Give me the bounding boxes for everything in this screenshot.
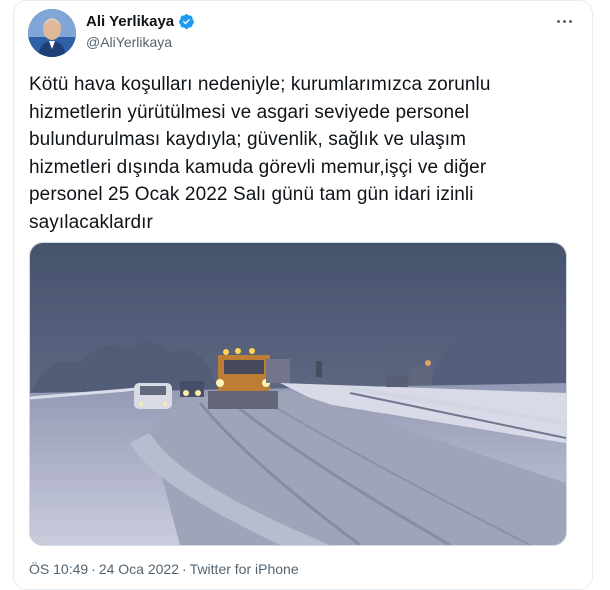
tweet-text: Kötü hava koşulları nedeniyle; kurumları…	[29, 71, 579, 236]
tweet-text-line: personel 25 Ocak 2022 Salı günü tam gün …	[29, 184, 474, 205]
more-options-icon[interactable]	[552, 11, 576, 31]
tweet-time[interactable]: ÖS 10:49	[29, 561, 88, 577]
author-row: Ali Yerlikaya	[86, 13, 195, 30]
tweet-source[interactable]: Twitter for iPhone	[190, 561, 299, 577]
author-handle[interactable]: @AliYerlikaya	[86, 34, 172, 50]
snowy-highway-photo	[30, 243, 566, 545]
tweet-metadata: ÖS 10:49 · 24 Oca 2022 · Twitter for iPhone	[29, 561, 299, 577]
tweet-text-line: hizmetlerin yürütülmesi ve asgari seviye…	[29, 101, 470, 123]
tweet-photo[interactable]	[29, 242, 567, 546]
tweet-text-line: bulundurulması kaydıyla; güvenlik, sağlı…	[29, 129, 467, 150]
avatar[interactable]	[28, 9, 76, 57]
tweet-card: Ali Yerlikaya @AliYerlikaya Kötü hava ko…	[13, 0, 593, 590]
meta-separator: ·	[91, 561, 96, 577]
tweet-text-line: Kötü hava koşulları nedeniyle; kurumları…	[29, 74, 491, 95]
avatar-image	[28, 9, 76, 57]
tweet-text-line: hizmetleri dışında kamuda görevli memur,…	[29, 156, 487, 178]
verified-badge-icon	[179, 14, 195, 29]
author-name[interactable]: Ali Yerlikaya	[86, 13, 174, 30]
tweet-date[interactable]: 24 Oca 2022	[99, 561, 179, 577]
tweet-text-line: sayılacaklardır	[29, 211, 153, 233]
meta-separator: ·	[182, 561, 187, 577]
